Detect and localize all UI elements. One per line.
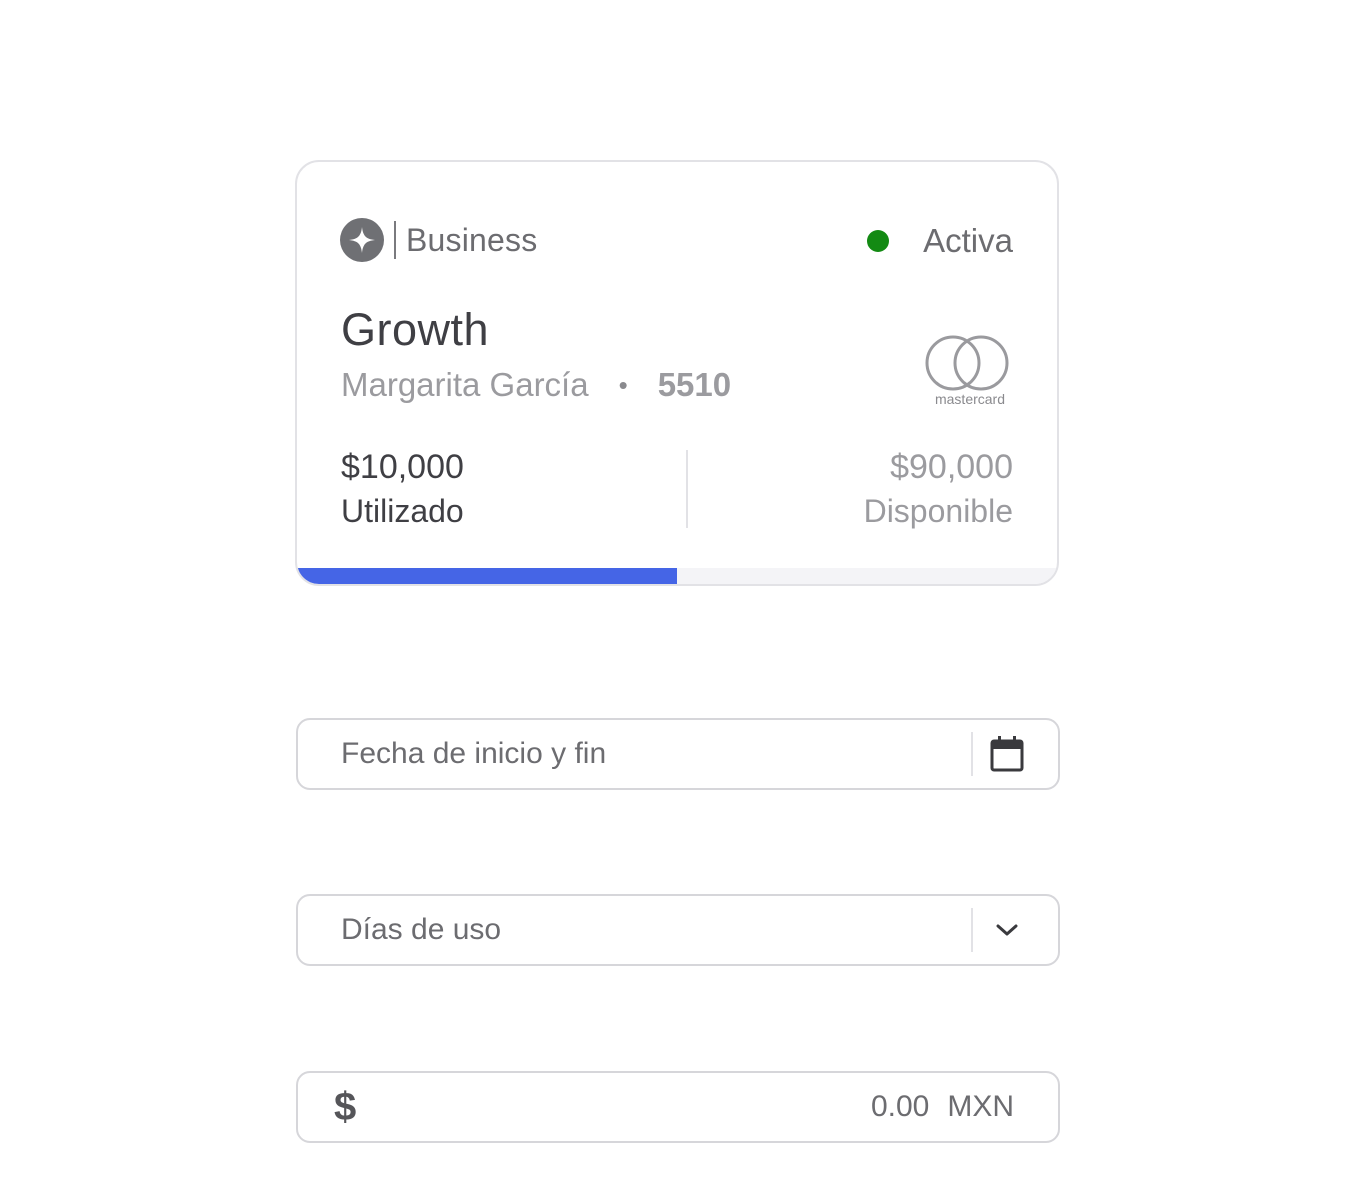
brand-divider xyxy=(394,221,396,259)
date-range-field[interactable]: Fecha de inicio y fin xyxy=(296,718,1060,790)
mastercard-logo-icon: mastercard xyxy=(924,334,1016,408)
card-title: Growth xyxy=(341,304,490,355)
chevron-down-icon[interactable] xyxy=(987,910,1027,950)
date-range-placeholder: Fecha de inicio y fin xyxy=(341,737,607,770)
card-holder-row: Margarita García • 5510 xyxy=(341,366,731,404)
brand-name: Business xyxy=(406,221,538,258)
field-divider xyxy=(971,908,973,952)
amount-value-group: 0.00 MXN xyxy=(871,1073,1014,1141)
usage-progress-bar xyxy=(297,568,1057,584)
card-holder-name: Margarita García xyxy=(341,366,589,403)
available-label: Disponible xyxy=(863,493,1013,529)
brand: Business xyxy=(340,217,537,263)
status-dot-icon xyxy=(867,230,890,252)
separator-dot: • xyxy=(618,369,628,400)
amount-divider xyxy=(686,450,688,528)
calendar-icon[interactable] xyxy=(987,734,1027,774)
page: Business Activa Growth Margarita García … xyxy=(0,0,1346,1199)
credit-card-summary[interactable]: Business Activa Growth Margarita García … xyxy=(295,160,1059,586)
network-name: mastercard xyxy=(935,391,1005,407)
days-of-use-placeholder: Días de uso xyxy=(341,913,502,946)
used-amount: $10,000 xyxy=(341,448,464,486)
field-divider xyxy=(971,732,973,776)
used-label: Utilizado xyxy=(341,493,464,529)
currency-code: MXN xyxy=(947,1090,1014,1123)
days-of-use-select[interactable]: Días de uso xyxy=(296,894,1060,966)
sparkle-logo-icon xyxy=(340,218,384,262)
available-amount: $90,000 xyxy=(890,448,1013,486)
status-label: Activa xyxy=(923,222,1013,259)
amount-value: 0.00 xyxy=(870,1090,930,1123)
usage-progress-fill xyxy=(297,568,677,584)
status-indicator: Activa xyxy=(867,220,1013,262)
amount-input[interactable]: $ 0.00 MXN xyxy=(296,1071,1060,1143)
dollar-icon: $ xyxy=(334,1084,357,1129)
card-last-four: 5510 xyxy=(657,366,732,403)
